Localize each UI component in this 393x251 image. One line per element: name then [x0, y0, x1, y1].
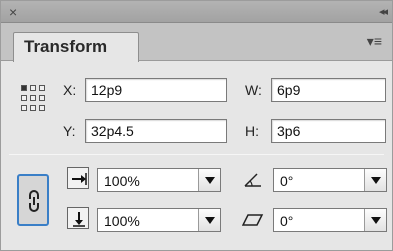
panel-menu-icon[interactable]: ▾≡	[367, 33, 382, 50]
shear-angle-select[interactable]: 0°	[273, 208, 387, 232]
scale-x-value: 100%	[104, 173, 140, 189]
ref-point-top-center[interactable]	[30, 85, 36, 91]
ref-point-bottom-left[interactable]	[21, 105, 27, 111]
reference-point-grid-icon[interactable]	[21, 85, 45, 113]
w-label: W:	[245, 82, 262, 98]
ref-point-bottom-center[interactable]	[30, 105, 36, 111]
rotation-angle-select[interactable]: 0°	[273, 168, 387, 192]
chevron-down-icon[interactable]	[364, 209, 386, 231]
transform-panel: × ◂◂ Transform ▾≡ X: 12p9 Y: 32p4.5 W: 6…	[0, 0, 393, 251]
height-field[interactable]: 3p6	[271, 119, 386, 143]
scale-x-select[interactable]: 100%	[97, 168, 221, 192]
tab-strip: Transform ▾≡	[1, 23, 392, 62]
tab-transform[interactable]: Transform	[13, 32, 139, 62]
rotation-value: 0°	[280, 173, 294, 189]
ref-point-top-left[interactable]	[21, 85, 27, 91]
tab-label: Transform	[24, 37, 108, 56]
section-divider	[9, 154, 384, 155]
h-label: H:	[245, 123, 259, 139]
ref-point-top-right[interactable]	[39, 85, 45, 91]
collapse-icon[interactable]: ◂◂	[379, 2, 388, 22]
constrain-proportions-button[interactable]	[17, 174, 49, 226]
scale-y-arrow-icon	[67, 207, 89, 229]
y-label: Y:	[63, 123, 76, 139]
x-position-field[interactable]: 12p9	[85, 78, 227, 102]
x-label: X:	[63, 82, 77, 98]
scale-x-arrow-icon	[67, 167, 89, 189]
shear-parallelogram-icon	[242, 214, 264, 226]
ref-point-middle-left[interactable]	[21, 95, 27, 101]
ref-point-center[interactable]	[30, 95, 36, 101]
width-field[interactable]: 6p9	[271, 78, 386, 102]
scale-y-value: 100%	[104, 213, 140, 229]
shear-value: 0°	[280, 213, 294, 229]
close-icon[interactable]: ×	[9, 2, 17, 22]
rotate-angle-icon	[244, 173, 261, 187]
panel-titlebar[interactable]: × ◂◂	[1, 1, 392, 23]
chevron-down-icon[interactable]	[198, 209, 220, 231]
chevron-down-icon[interactable]	[364, 169, 386, 191]
scale-y-select[interactable]: 100%	[97, 208, 221, 232]
ref-point-middle-right[interactable]	[39, 95, 45, 101]
chevron-down-icon[interactable]	[198, 169, 220, 191]
y-position-field[interactable]: 32p4.5	[85, 119, 227, 143]
ref-point-bottom-right[interactable]	[39, 105, 45, 111]
chain-link-icon	[29, 190, 39, 212]
